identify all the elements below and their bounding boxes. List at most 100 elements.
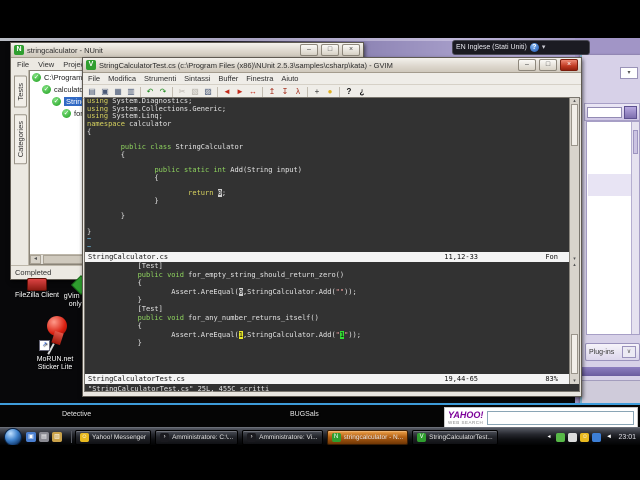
nunit-menu-file[interactable]: File <box>17 60 29 69</box>
undo-icon[interactable]: ↶ <box>144 86 156 97</box>
gvim-minimize-button[interactable]: – <box>518 59 536 71</box>
desktop-icon-filezilla[interactable]: FileZilla Client <box>14 278 60 300</box>
language-bar[interactable]: EN Inglese (Stati Uniti) ? ▾ <box>452 40 590 55</box>
language-help-icon[interactable]: ? <box>529 43 539 52</box>
tray-chevron-icon[interactable]: ◂ <box>544 433 553 442</box>
nunit-close-button[interactable]: × <box>342 44 360 56</box>
paste-icon[interactable]: ▨ <box>202 86 214 97</box>
gvim-scrollbar-bottom[interactable]: ▴ ▾ <box>569 262 579 384</box>
save-session-icon[interactable]: ↧ <box>279 86 291 97</box>
code-line: public void for_empty_string_should_retu… <box>137 270 345 279</box>
code-line: Assert.AreEqual(1,StringCalculator.Add("… <box>87 330 361 339</box>
gvim-scrollbar-top[interactable]: ▴ ▾ <box>569 98 579 262</box>
desktop-label-detective[interactable]: Detective <box>62 411 91 418</box>
gvim-command-line: "StringCalculatorTest.cs" 25L, 455C scri… <box>88 385 270 393</box>
save-all-icon[interactable]: ▦ <box>112 86 124 97</box>
chevron-down-icon[interactable]: ∨ <box>622 346 636 358</box>
gvim-bottom-buffer[interactable]: [Test] public void for_empty_string_shou… <box>87 262 569 374</box>
open-icon[interactable]: ▤ <box>86 86 98 97</box>
gvim-menu-buffer[interactable]: Buffer <box>218 74 238 83</box>
plugins-label: Plug-ins <box>589 348 615 356</box>
cut-icon[interactable]: ✂ <box>176 86 188 97</box>
panel-search-button[interactable] <box>624 105 637 119</box>
desktop-label-bugsals[interactable]: BUGSals <box>290 411 319 418</box>
tray-app-green-icon[interactable] <box>556 432 566 442</box>
plugins-button[interactable]: Plug-ins ∨ <box>585 343 640 361</box>
taskbar-button-stringcalculatortest-[interactable]: V StringCalculatorTest... <box>412 429 498 445</box>
make-icon[interactable]: + <box>311 86 323 97</box>
scroll-thumb[interactable] <box>43 255 85 264</box>
toolbar-separator <box>339 86 340 97</box>
statusline-filename: StringCalculatorTest.cs <box>88 375 185 383</box>
system-tray: ◂ ☺ ◄ <box>544 432 613 442</box>
find-next-icon[interactable]: ► <box>234 86 246 97</box>
gvim-menu-aiuto[interactable]: Aiuto <box>281 74 298 83</box>
find-prev-icon[interactable]: ◄ <box>221 86 233 97</box>
nunit-title: stringcalculator - NUnit <box>27 45 103 55</box>
gvim-menu-sintassi[interactable]: Sintassi <box>184 74 210 83</box>
panel-dropdown[interactable]: ▾ <box>620 67 638 79</box>
console-icon: › <box>247 432 257 442</box>
gvim-menu-strumenti[interactable]: Strumenti <box>144 74 176 83</box>
nunit-minimize-button[interactable]: – <box>300 44 318 56</box>
find-replace-icon[interactable]: ↔ <box>247 86 259 97</box>
taskbar-button-label: Amministratore: Vi... <box>259 433 318 441</box>
quick-launch-window-icon[interactable]: ▣ <box>26 432 36 442</box>
code-line: [Test] <box>87 304 163 313</box>
run-script-icon[interactable]: λ <box>292 86 304 97</box>
gvim-menu-finestra[interactable]: Finestra <box>246 74 273 83</box>
gvim-text-area: using System.Diagnostics; using System.Co… <box>84 97 580 393</box>
language-menu-icon[interactable]: ▾ <box>542 43 546 52</box>
tab-tests[interactable]: Tests <box>14 76 27 108</box>
scroll-left-icon[interactable]: ◂ <box>30 255 41 264</box>
gvim-top-buffer[interactable]: using System.Diagnostics; using System.Co… <box>87 98 569 252</box>
nunit-titlebar[interactable]: N stringcalculator - NUnit – □ × <box>11 43 363 58</box>
quick-launch-explorer-icon[interactable]: ▤ <box>39 432 49 442</box>
copy-icon[interactable]: ▧ <box>189 86 201 97</box>
gvim-menu-modifica[interactable]: Modifica <box>108 74 136 83</box>
panel-list[interactable] <box>586 121 640 335</box>
nunit-tab-strip: Tests Categories <box>11 70 29 265</box>
save-icon[interactable]: ▣ <box>99 86 111 97</box>
test-passed-icon: ✓ <box>42 84 51 94</box>
desktop-icon-morun[interactable]: ↗ MoRUN.net Sticker Lite <box>26 314 84 372</box>
taskbar-clock[interactable]: 23:01 <box>618 434 636 441</box>
gvim-menu-file[interactable]: File <box>88 74 100 83</box>
taskbar-button-stringcalculator-n-[interactable]: Nstringcalculator - N... <box>326 429 409 445</box>
gvim-close-button[interactable]: × <box>560 59 578 71</box>
quick-launch: ▣ ▤ ▥ <box>26 432 62 442</box>
taskbar-button-amministratore-c-[interactable]: › Amministratore: C:\... <box>155 429 239 445</box>
tray-volume-icon[interactable]: ◄ <box>604 433 613 442</box>
shortcut-overlay-icon: ↗ <box>39 340 50 351</box>
tab-categories[interactable]: Categories <box>14 113 27 164</box>
start-button[interactable] <box>4 428 22 446</box>
nunit-maximize-button[interactable]: □ <box>321 44 339 56</box>
gvim-titlebar[interactable]: V StringCalculatorTest.cs (c:\Program Fi… <box>83 58 581 73</box>
tray-yahoo-smiley-icon[interactable]: ☺ <box>580 432 590 442</box>
yahoo-search-input[interactable] <box>487 410 634 425</box>
nunit-menu-view[interactable]: View <box>38 60 54 69</box>
taskbar-button-yahoo-messenger[interactable]: ☺ Yahoo! Messenger <box>75 429 152 445</box>
code-line: public class StringCalculator <box>120 143 243 152</box>
help-icon[interactable]: ? <box>343 86 355 97</box>
pushpin-icon: ↗ <box>37 314 73 356</box>
gvim-maximize-button[interactable]: □ <box>539 59 557 71</box>
redo-icon[interactable]: ↷ <box>157 86 169 97</box>
tray-network-icon[interactable] <box>592 432 602 442</box>
taskbar: ▣ ▤ ▥ ☺ Yahoo! Messenger › Amministratore: C:… <box>0 427 640 446</box>
code-line: { <box>87 173 159 182</box>
taskbar-button-label: stringcalculator - N... <box>343 433 404 441</box>
panel-list-selected-row[interactable] <box>588 174 631 196</box>
tags-icon[interactable]: ● <box>324 86 336 97</box>
yahoo-logo: YAHOO! WEB SEARCH <box>448 410 483 425</box>
quick-launch-app-icon[interactable]: ▥ <box>52 432 62 442</box>
panel-search-input[interactable] <box>587 106 622 118</box>
taskbar-button-amministratore-vi-[interactable]: › Amministratore: Vi... <box>242 429 323 445</box>
print-icon[interactable]: ▥ <box>125 86 137 97</box>
context-help-icon[interactable]: ¿ <box>356 86 368 97</box>
tray-app-white-icon[interactable] <box>568 432 578 442</box>
panel-scrollbar[interactable] <box>631 122 639 334</box>
load-session-icon[interactable]: ↥ <box>266 86 278 97</box>
